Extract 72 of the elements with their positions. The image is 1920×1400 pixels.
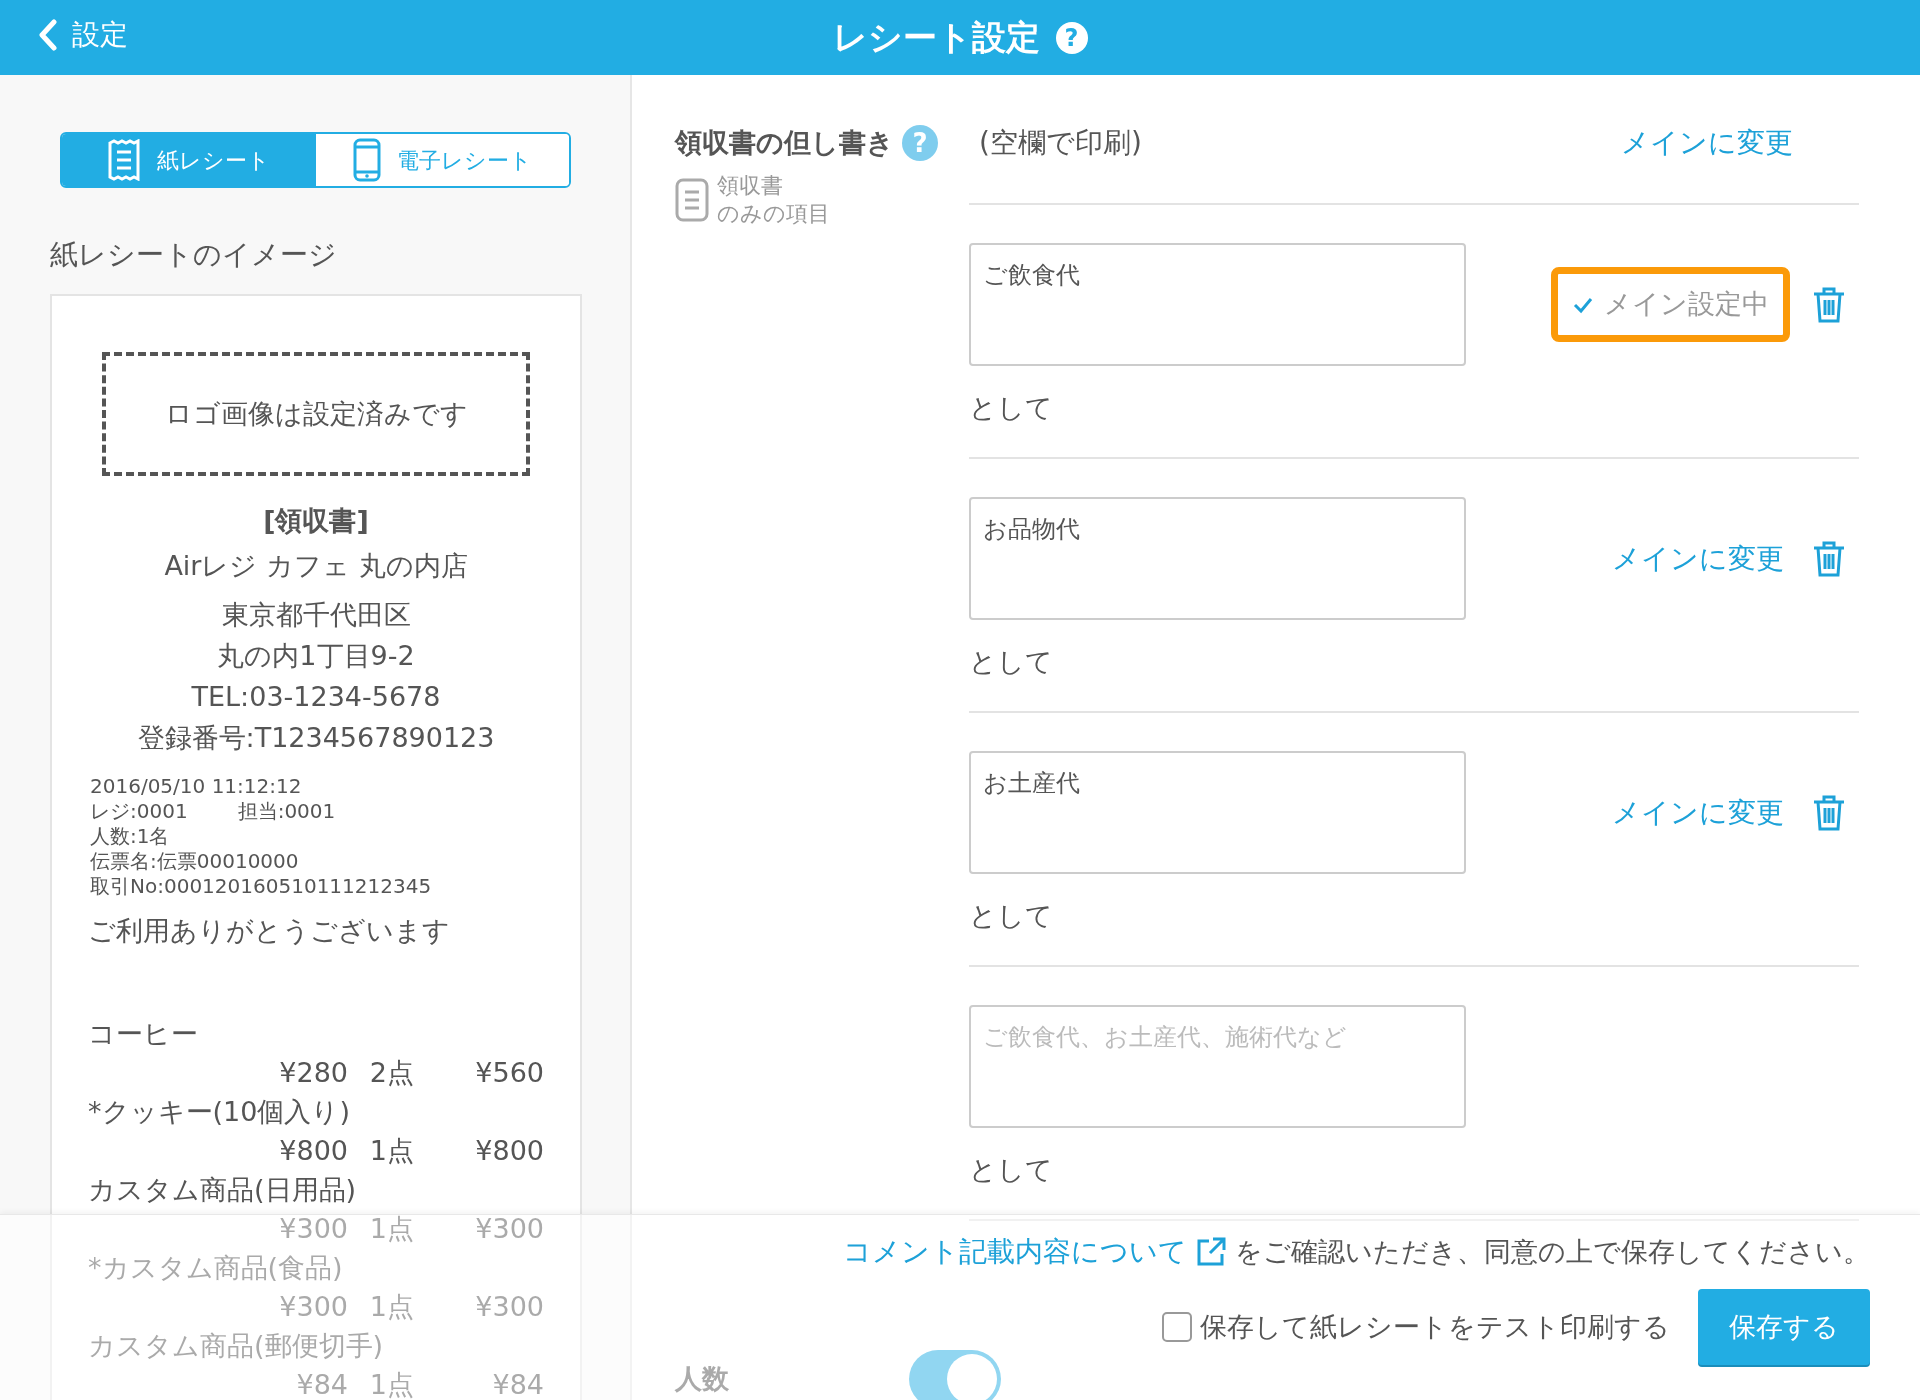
toggle-switch[interactable]: [909, 1350, 1001, 1400]
receipt-detail: 担当:0001: [237, 799, 336, 824]
set-main-link[interactable]: メインに変更: [1621, 122, 1793, 164]
item-price: ¥800: [278, 1133, 348, 1168]
receipt-line: 丸の内1丁目9-2: [216, 639, 416, 673]
setting-label: 人数: [675, 1361, 729, 1396]
item-total: ¥300: [474, 1211, 544, 1246]
help-icon[interactable]: ?: [902, 125, 938, 162]
receipt-icon: [107, 139, 142, 181]
item-price: ¥300: [278, 1211, 348, 1246]
suffix-label: として: [969, 391, 1054, 425]
back-link[interactable]: 設定: [38, 14, 128, 56]
text-field[interactable]: ご飲食代、お土産代、施術代など: [969, 1005, 1466, 1128]
section-label: 領収書の但し書き: [675, 126, 894, 160]
item-quantity: 1点: [368, 1133, 414, 1168]
trash-icon[interactable]: [1812, 539, 1846, 578]
receipt-type-tab[interactable]: 紙レシート: [62, 134, 316, 186]
receipt-line: 東京都千代田区: [220, 598, 412, 632]
save-button[interactable]: 保存する: [1698, 1289, 1870, 1365]
suffix-label: として: [969, 1153, 1054, 1187]
item-name: コーヒー: [88, 1016, 199, 1051]
section-note: のみの項目: [717, 199, 830, 228]
notice-text: をご確認いただき、同意の上で保存してください。: [1235, 1234, 1870, 1269]
item-total: ¥84: [491, 1367, 544, 1400]
page-title: レシート設定: [832, 16, 1040, 59]
suffix-label: として: [969, 899, 1054, 933]
section-note: 領収書: [717, 171, 784, 200]
receipt-type-tab[interactable]: 電子レシート: [315, 134, 569, 186]
item-total: ¥300: [474, 1289, 544, 1324]
receipt-detail: 人数:1名: [90, 824, 170, 849]
blank-option-label: (空欄で印刷): [979, 125, 1142, 161]
item-price: ¥84: [295, 1367, 348, 1400]
receipt-title: [領収書]: [262, 504, 370, 538]
document-icon: [675, 177, 709, 222]
receipt-detail: レジ:0001: [90, 799, 188, 824]
logo-status-text: ロゴ画像は設定済みです: [164, 396, 468, 431]
check-icon: [1572, 295, 1594, 314]
preview-heading: 紙レシートのイメージ: [50, 237, 338, 273]
item-name: *クッキー(10個入り): [88, 1094, 351, 1129]
item-total: ¥800: [474, 1133, 544, 1168]
help-icon[interactable]: ?: [1055, 21, 1088, 54]
item-total: ¥560: [474, 1055, 544, 1090]
phone-icon: [352, 138, 381, 182]
trash-icon[interactable]: [1812, 793, 1846, 832]
receipt-line: 登録番号:T1234567890123: [136, 721, 496, 755]
item-quantity: 1点: [368, 1211, 414, 1246]
receipt-detail: 伝票名:伝票00010000: [90, 849, 299, 874]
item-quantity: 1点: [368, 1367, 414, 1400]
back-chevron-icon: [38, 19, 58, 51]
receipt-detail: 2016/05/10 11:12:12: [90, 774, 302, 799]
item-quantity: 2点: [368, 1055, 414, 1090]
trash-icon[interactable]: [1812, 285, 1846, 324]
item-quantity: 1点: [368, 1289, 414, 1324]
terms-link[interactable]: コメント記載内容について: [843, 1231, 1187, 1273]
item-name: *カスタム商品(食品): [88, 1250, 344, 1285]
external-link-icon: [1195, 1236, 1227, 1268]
text-field[interactable]: お品物代: [969, 497, 1466, 620]
text-field[interactable]: お土産代: [969, 751, 1466, 874]
main-status: メイン設定中: [1551, 267, 1790, 342]
test-print-checkbox[interactable]: 保存して紙レシートをテスト印刷する: [1162, 1306, 1670, 1348]
set-main-link[interactable]: メインに変更: [1606, 791, 1790, 834]
item-price: ¥300: [278, 1289, 348, 1324]
receipt-detail: 取引No:000120160510111212345: [90, 874, 432, 899]
item-price: ¥280: [278, 1055, 348, 1090]
thanks-message: ご利用ありがとうございます: [88, 914, 451, 948]
item-name: カスタム商品(郵便切手): [88, 1328, 385, 1363]
store-name: Airレジ カフェ 丸の内店: [163, 549, 469, 583]
suffix-label: として: [969, 645, 1054, 679]
item-name: カスタム商品(日用品): [88, 1172, 358, 1207]
receipt-line: TEL:03-1234-5678: [190, 680, 442, 714]
text-field[interactable]: ご飲食代: [969, 243, 1466, 366]
set-main-link[interactable]: メインに変更: [1606, 537, 1790, 580]
